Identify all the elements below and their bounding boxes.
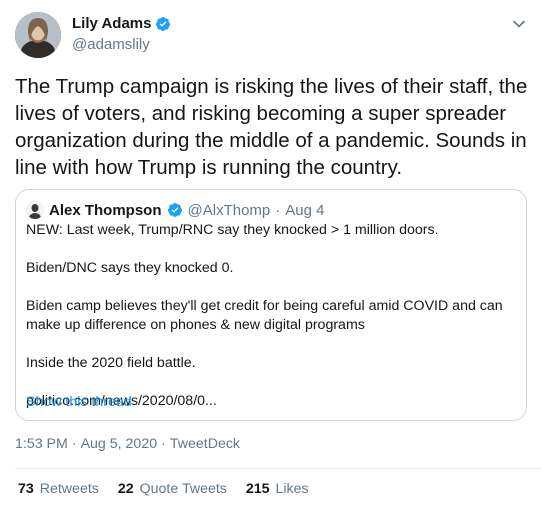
quoted-tweet-header: Alex Thompson @AlxThomp · Aug 4 bbox=[26, 201, 324, 219]
avatar[interactable] bbox=[15, 12, 61, 58]
retweets-count: 73 bbox=[18, 481, 34, 497]
tweet-time[interactable]: 1:53 PM bbox=[15, 436, 68, 452]
chevron-down-icon[interactable] bbox=[511, 16, 527, 32]
meta-separator: · bbox=[161, 436, 166, 452]
quoted-separator: · bbox=[275, 201, 281, 219]
quoted-paragraph: Biden camp believes they'll get credit f… bbox=[26, 298, 503, 333]
likes-label: Likes bbox=[275, 481, 309, 497]
author-handle[interactable]: @adamslily bbox=[72, 36, 150, 53]
divider bbox=[15, 468, 541, 469]
show-thread-link[interactable]: Show this thread bbox=[26, 394, 132, 410]
verified-badge-icon bbox=[155, 16, 171, 32]
tweet-date[interactable]: Aug 5, 2020 bbox=[81, 436, 158, 452]
retweets-stat[interactable]: 73 Retweets bbox=[18, 481, 99, 497]
quoted-paragraph: Biden/DNC says they knocked 0. bbox=[26, 260, 234, 276]
meta-separator: · bbox=[71, 436, 77, 452]
quotes-count: 22 bbox=[117, 481, 134, 497]
likes-stat[interactable]: 215 Likes bbox=[246, 481, 309, 497]
quotes-label: Quote Tweets bbox=[139, 481, 227, 497]
retweets-label: Retweets bbox=[39, 481, 99, 497]
tweet-card: Lily Adams @adamslily The Trump campaign… bbox=[0, 0, 541, 512]
quoted-tweet-body: NEW: Last week, Trump/RNC say they knock… bbox=[26, 221, 516, 411]
quoted-paragraph: Inside the 2020 field battle. bbox=[26, 355, 196, 371]
likes-count: 215 bbox=[245, 481, 270, 497]
quoted-author-handle: @AlxThomp bbox=[187, 201, 271, 219]
quote-tweets-stat[interactable]: 22 Quote Tweets bbox=[118, 481, 227, 497]
quoted-author-name: Alex Thompson bbox=[49, 201, 162, 219]
quoted-date: Aug 4 bbox=[285, 201, 325, 219]
quoted-tweet[interactable]: Alex Thompson @AlxThomp · Aug 4 NEW: Las… bbox=[15, 189, 527, 421]
tweet-source[interactable]: TweetDeck bbox=[170, 436, 240, 452]
quoted-avatar bbox=[26, 201, 44, 219]
verified-badge-icon bbox=[167, 202, 183, 218]
tweet-stats: 73 Retweets 22 Quote Tweets 215 Likes bbox=[18, 481, 309, 497]
quoted-paragraph: NEW: Last week, Trump/RNC say they knock… bbox=[26, 222, 439, 238]
tweet-text: The Trump campaign is risking the lives … bbox=[15, 75, 528, 179]
tweet-meta: 1:53 PM · Aug 5, 2020 · TweetDeck bbox=[15, 436, 240, 452]
author-name-row[interactable]: Lily Adams bbox=[72, 15, 171, 32]
author-name[interactable]: Lily Adams bbox=[72, 15, 151, 32]
